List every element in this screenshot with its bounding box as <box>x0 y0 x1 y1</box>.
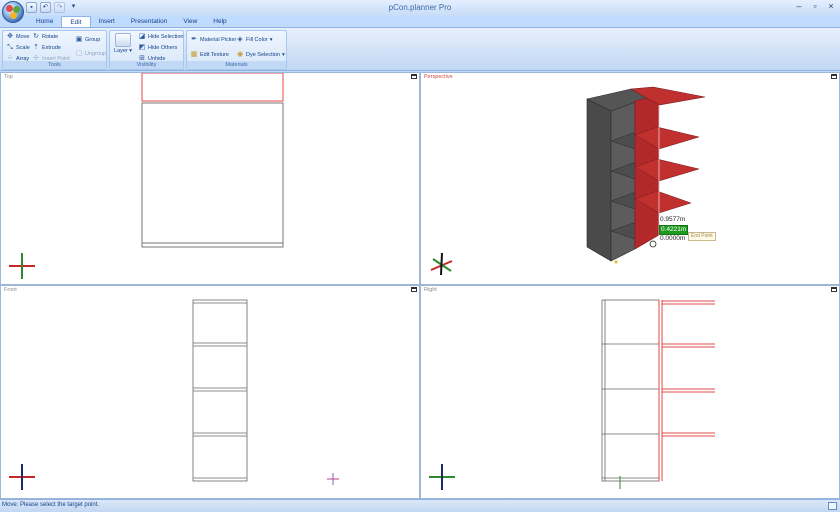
fill-color-button[interactable]: ◈ Fill Color ▾ <box>236 35 272 45</box>
viewport-front[interactable]: Front <box>0 285 420 499</box>
visibility-group-label: Visibility <box>110 61 183 69</box>
origin-point-icon <box>614 260 618 264</box>
extrude-button[interactable]: ⇡ Extrude <box>32 43 61 53</box>
orb-logo-icon <box>6 5 13 12</box>
viewport-right[interactable]: Right <box>420 285 840 499</box>
eyedropper-icon: ✒ <box>191 36 197 43</box>
dye-selection-button[interactable]: ◉ Dye Selection ▾ <box>236 50 285 60</box>
maximize-icon[interactable]: ▫ <box>810 2 820 12</box>
application-menu-button[interactable] <box>2 1 24 23</box>
tab-edit[interactable]: Edit <box>61 16 91 27</box>
scale-button[interactable]: ⤡ Scale <box>6 43 30 53</box>
layer-icon <box>115 33 131 47</box>
tab-insert[interactable]: Insert <box>91 16 123 27</box>
axis-gizmo <box>9 253 35 279</box>
window-controls: – ▫ × <box>794 2 836 12</box>
paint-bucket-icon: ◈ <box>237 36 243 43</box>
tools-group: ✥ Move ↻ Rotate ⤡ Scale ⇡ Extrude ⁘ Array ✢ In… <box>2 30 107 70</box>
material-picker-button[interactable]: ✒ Material Picker <box>190 35 236 45</box>
ungroup-icon: ▢ <box>75 50 83 57</box>
texture-icon: ▦ <box>190 51 198 58</box>
readout-x: 0.9577m <box>659 216 687 224</box>
snap-point-icon <box>649 240 657 248</box>
visibility-group: Layer ▾ ◪ Hide Selection ◩ Hide Others ⊞ Un… <box>109 30 184 70</box>
scale-icon: ⤡ <box>7 44 13 51</box>
move-button[interactable]: ✥ Move <box>6 32 29 42</box>
shelf-side-outline <box>601 299 660 482</box>
cursor-crosshair-icon <box>327 473 339 485</box>
layer-button[interactable]: Layer ▾ <box>112 33 134 54</box>
orb-logo-icon <box>10 12 17 19</box>
ribbon: ✥ Move ↻ Rotate ⤡ Scale ⇡ Extrude ⁘ Array ✢ In… <box>0 27 840 71</box>
tools-group-label: Tools <box>3 61 106 69</box>
snap-tooltip: End Point <box>688 232 716 241</box>
minimize-icon[interactable]: – <box>794 2 804 12</box>
tab-presentation[interactable]: Presentation <box>123 16 176 27</box>
fill-color-dropdown-icon: ▾ <box>269 37 273 43</box>
rotate-icon: ↻ <box>33 33 39 40</box>
hide-others-icon: ◩ <box>138 44 146 51</box>
axis-gizmo <box>430 252 453 276</box>
dye-icon: ◉ <box>236 51 244 58</box>
window-title: pCon.planner Pro <box>388 3 452 12</box>
readout-z: 0.0000m <box>659 235 687 243</box>
axis-gizmo <box>429 464 455 490</box>
hide-selection-button[interactable]: ◪ Hide Selection <box>138 32 184 42</box>
close-icon[interactable]: × <box>826 2 836 12</box>
tab-home[interactable]: Home <box>28 16 61 27</box>
axis-gizmo <box>9 464 35 490</box>
viewport-perspective[interactable]: Perspective 0.9577m 0.4221m 0.0000m End … <box>420 72 840 285</box>
title-bar: ▪ ↶ ↷ ▾ pCon.planner Pro – ▫ × <box>0 0 840 23</box>
group-icon: ▣ <box>75 36 83 43</box>
hide-selection-icon: ◪ <box>138 33 146 40</box>
tab-help[interactable]: Help <box>205 16 234 27</box>
materials-group-label: Materials <box>187 61 286 69</box>
rotate-button[interactable]: ↻ Rotate <box>32 32 58 42</box>
status-text: Move: Please select the target point. <box>2 502 100 508</box>
right-view-drawing <box>429 299 715 490</box>
ungroup-button[interactable]: ▢ Ungroup <box>75 49 106 59</box>
tab-view[interactable]: View <box>175 16 205 27</box>
top-view-drawing <box>9 73 284 279</box>
status-bar: Move: Please select the target point. <box>0 499 840 512</box>
selected-shelf-outline <box>658 300 715 481</box>
shelf-front-outline <box>192 299 248 482</box>
group-button[interactable]: ▣ Group <box>75 35 101 45</box>
extrude-icon: ⇡ <box>33 44 39 51</box>
shelf-unit-outline <box>141 102 284 248</box>
layer-dropdown-icon: ▾ <box>127 48 133 54</box>
materials-group: ✒ Material Picker ◈ Fill Color ▾ ▦ Edit Text… <box>186 30 287 70</box>
viewport-area: Top Perspective 0.9577m 0.4221m 0.0000m … <box>0 72 840 499</box>
ribbon-tabs: Home Edit Insert Presentation View Help <box>28 16 235 27</box>
front-view-drawing <box>9 299 339 490</box>
viewport-top[interactable]: Top <box>0 72 420 285</box>
status-panel-icon[interactable] <box>828 502 837 510</box>
move-icon: ✥ <box>7 33 13 40</box>
perspective-view-drawing <box>430 86 706 276</box>
edit-texture-button[interactable]: ▦ Edit Texture <box>190 50 229 60</box>
selected-shelf-outline <box>141 73 284 102</box>
readout-y-active[interactable]: 0.4221m <box>659 225 689 235</box>
hide-others-button[interactable]: ◩ Hide Others <box>138 43 178 53</box>
dye-selection-dropdown-icon: ▾ <box>281 52 285 58</box>
